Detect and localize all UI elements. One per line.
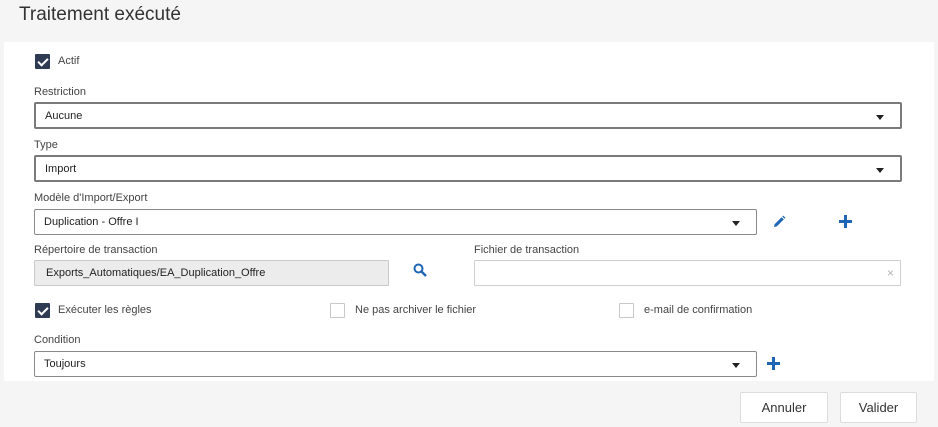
form-panel: Actif Restriction Aucune Type Import Mod…	[4, 42, 934, 381]
repertoire-label: Répertoire de transaction	[34, 244, 158, 256]
archiver-checkbox[interactable]	[330, 303, 345, 318]
pencil-icon[interactable]	[770, 213, 788, 231]
archiver-label: Ne pas archiver le fichier	[355, 304, 477, 316]
chevron-down-icon	[732, 363, 740, 368]
fichier-input[interactable]: ×	[474, 260, 901, 286]
modele-value: Duplication - Offre I	[44, 216, 139, 228]
modele-select[interactable]: Duplication - Offre I	[34, 209, 757, 235]
actif-label: Actif	[58, 55, 80, 67]
chevron-down-icon	[876, 114, 884, 120]
email-checkbox[interactable]	[619, 303, 634, 318]
type-value: Import	[45, 162, 77, 175]
actif-checkbox[interactable]	[35, 54, 50, 69]
plus-icon[interactable]	[836, 212, 854, 230]
restriction-select[interactable]: Aucune	[34, 102, 902, 129]
restriction-value: Aucune	[45, 109, 83, 122]
chevron-down-icon	[732, 221, 740, 226]
email-label: e-mail de confirmation	[644, 304, 753, 316]
type-select[interactable]: Import	[34, 155, 902, 182]
chevron-down-icon	[876, 167, 884, 173]
fichier-label: Fichier de transaction	[474, 244, 580, 256]
cancel-button[interactable]: Annuler	[740, 392, 828, 423]
repertoire-input[interactable]: Exports_Automatiques/EA_Duplication_Offr…	[34, 260, 389, 286]
repertoire-value: Exports_Automatiques/EA_Duplication_Offr…	[46, 267, 266, 279]
dialog-title: Traitement exécuté	[19, 4, 181, 25]
type-label: Type	[34, 139, 58, 151]
executer-checkbox[interactable]	[35, 303, 50, 318]
condition-label: Condition	[34, 334, 81, 346]
search-icon[interactable]	[411, 261, 429, 279]
clear-icon[interactable]: ×	[887, 266, 894, 280]
executer-label: Exécuter les règles	[58, 304, 152, 316]
plus-icon[interactable]	[764, 354, 782, 372]
validate-button[interactable]: Valider	[840, 392, 917, 423]
restriction-label: Restriction	[34, 86, 86, 98]
condition-value: Toujours	[44, 358, 86, 370]
modele-label: Modèle d'Import/Export	[34, 192, 148, 204]
condition-select[interactable]: Toujours	[34, 351, 757, 377]
